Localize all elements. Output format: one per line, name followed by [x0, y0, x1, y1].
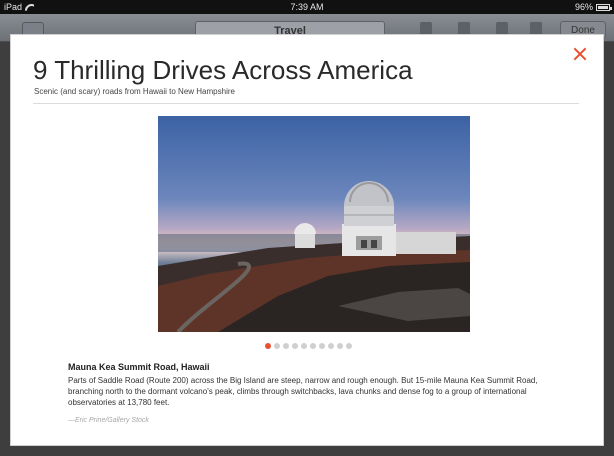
photo-credit: —Eric Prine/Gallery Stock	[68, 417, 149, 424]
article-subtitle: Scenic (and scary) roads from Hawaii to …	[34, 87, 235, 96]
pagination-dot[interactable]	[328, 343, 334, 349]
pagination-dot[interactable]	[283, 343, 289, 349]
pagination-dot[interactable]	[310, 343, 316, 349]
battery-icon	[596, 3, 612, 11]
pagination-dot[interactable]	[337, 343, 343, 349]
close-icon[interactable]	[571, 45, 589, 63]
pagination-dot[interactable]	[346, 343, 352, 349]
gallery-photo[interactable]	[158, 116, 470, 332]
battery-level	[598, 5, 608, 9]
pagination-dot[interactable]	[274, 343, 280, 349]
title-divider	[33, 103, 579, 104]
gallery-pagination[interactable]	[265, 343, 352, 349]
article-title: 9 Thrilling Drives Across America	[33, 55, 413, 85]
caption-body: Parts of Saddle Road (Route 200) across …	[68, 376, 538, 407]
pagination-dot[interactable]	[265, 343, 271, 349]
observatory-photo-illustration	[158, 181, 470, 332]
status-bar-right: 96%	[574, 0, 612, 14]
caption-heading: Mauna Kea Summit Road, Hawaii	[68, 362, 210, 372]
battery-percent: 96%	[574, 2, 593, 12]
pagination-dot[interactable]	[319, 343, 325, 349]
status-bar: iPad 7:39 AM 96%	[0, 0, 614, 14]
status-time: 7:39 AM	[290, 2, 324, 12]
pagination-dot[interactable]	[292, 343, 298, 349]
pagination-dot[interactable]	[301, 343, 307, 349]
gallery-modal: 9 Thrilling Drives Across America Scenic…	[10, 34, 604, 446]
